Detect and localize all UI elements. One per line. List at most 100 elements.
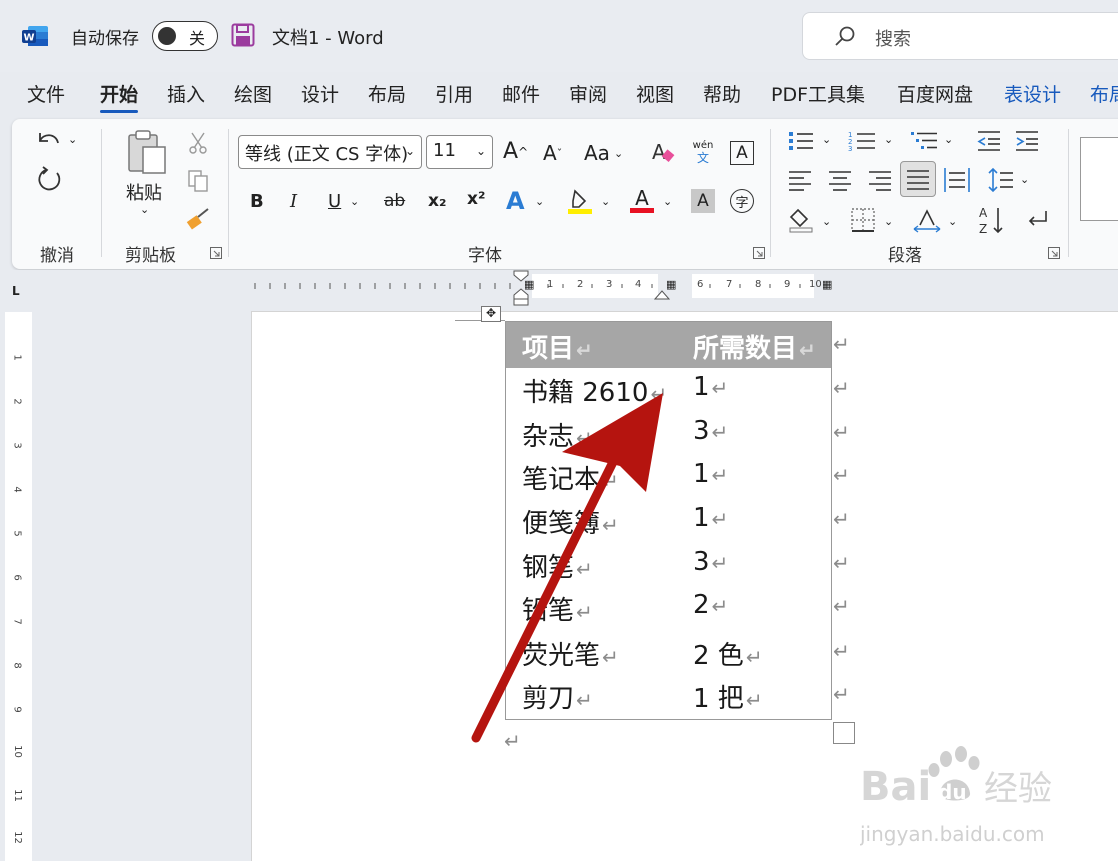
tab-design[interactable]: 设计 xyxy=(301,80,339,107)
redo-icon[interactable] xyxy=(34,165,64,195)
clear-formatting-icon[interactable]: A xyxy=(650,139,676,165)
table-cell[interactable]: 2 色 ↵ xyxy=(693,635,763,672)
table-resize-handle[interactable] xyxy=(833,722,855,744)
tab-draw[interactable]: 绘图 xyxy=(234,80,272,107)
decrease-indent-icon[interactable] xyxy=(976,129,1002,153)
styles-gallery[interactable] xyxy=(1080,137,1118,221)
table-cell[interactable]: 钢笔 ↵ xyxy=(522,547,593,584)
chinese-layout-icon[interactable] xyxy=(912,207,942,233)
copy-icon[interactable] xyxy=(186,169,210,193)
underline-button[interactable]: U xyxy=(328,191,341,212)
table-cell[interactable]: 2 ↵ xyxy=(693,590,728,620)
table-cell[interactable]: 书籍 2610 ↵ xyxy=(522,372,667,409)
strikethrough-button[interactable]: ab xyxy=(384,191,405,211)
align-right-icon[interactable] xyxy=(868,169,892,191)
undo-icon[interactable] xyxy=(34,127,64,155)
tab-view[interactable]: 视图 xyxy=(636,80,674,107)
enclose-char-button[interactable]: 字 xyxy=(730,189,754,213)
tab-layout[interactable]: 布局 xyxy=(368,80,406,107)
table-cell[interactable]: 荧光笔 ↵ xyxy=(522,635,619,672)
subscript-button[interactable]: x₂ xyxy=(428,191,446,211)
vertical-ruler[interactable]: 1 2 3 4 5 6 7 8 9 10 11 12 xyxy=(5,312,32,861)
underline-dropdown-icon[interactable]: ⌄ xyxy=(350,195,359,208)
table-cell[interactable]: 剪刀 ↵ xyxy=(522,678,593,715)
autosave-toggle[interactable]: 关 xyxy=(152,21,218,51)
numbering-dropdown-icon[interactable]: ⌄ xyxy=(884,133,893,146)
tab-file[interactable]: 文件 xyxy=(27,80,65,107)
shading-dropdown-icon[interactable]: ⌄ xyxy=(822,215,831,228)
table-column-marker-icon[interactable]: ▦ xyxy=(666,278,676,291)
table-cell[interactable]: 杂志 ↵ xyxy=(522,416,593,453)
italic-button[interactable]: I xyxy=(290,191,297,212)
table-cell[interactable]: 3 ↵ xyxy=(693,547,728,577)
bold-button[interactable]: B xyxy=(250,191,264,212)
table-cell[interactable]: 便笺簿 ↵ xyxy=(522,503,619,540)
superscript-button[interactable]: x² xyxy=(467,189,485,209)
text-effects-button[interactable]: A xyxy=(506,187,525,215)
justify-button[interactable] xyxy=(900,161,936,197)
text-effects-dropdown-icon[interactable]: ⌄ xyxy=(535,195,544,208)
align-left-icon[interactable] xyxy=(788,169,812,191)
table-column-marker-icon[interactable]: ▦ xyxy=(524,278,534,291)
borders-dropdown-icon[interactable]: ⌄ xyxy=(884,215,893,228)
table-header-cell[interactable]: 所需数目 ↵ xyxy=(693,328,816,365)
chinese-layout-dropdown-icon[interactable]: ⌄ xyxy=(948,215,957,228)
font-color-dropdown-icon[interactable]: ⌄ xyxy=(663,195,672,208)
char-border-button[interactable]: A xyxy=(730,141,754,165)
tab-insert[interactable]: 插入 xyxy=(167,80,205,107)
paste-dropdown-icon[interactable]: ⌄ xyxy=(140,203,149,216)
table-cell[interactable]: 笔记本 ↵ xyxy=(522,459,619,496)
increase-indent-icon[interactable] xyxy=(1014,129,1040,153)
bullets-icon[interactable] xyxy=(788,129,814,153)
highlight-icon[interactable] xyxy=(567,187,593,215)
tab-table-layout[interactable]: 布局 xyxy=(1090,80,1118,107)
line-spacing-icon[interactable] xyxy=(988,167,1014,193)
clipboard-launcher-icon[interactable] xyxy=(210,247,222,259)
change-case-button[interactable]: Aa ⌄ xyxy=(584,141,623,165)
table-cell[interactable]: 1 把 ↵ xyxy=(693,678,763,715)
distributed-icon[interactable] xyxy=(944,167,970,193)
multilevel-list-icon[interactable] xyxy=(910,129,938,153)
horizontal-ruler[interactable]: L 1 2 3 4 6 7 8 9 10 ▦ ▦ ▦ xyxy=(0,270,1118,308)
char-shading-button[interactable]: A xyxy=(691,189,715,213)
tab-selector-icon[interactable]: L xyxy=(12,284,20,298)
search-box[interactable]: 搜索 xyxy=(802,12,1118,60)
font-launcher-icon[interactable] xyxy=(753,247,765,259)
table-cell[interactable]: 1 ↵ xyxy=(693,372,728,402)
tab-pdf-tools[interactable]: PDF工具集 xyxy=(771,80,865,107)
table-cell[interactable]: 3 ↵ xyxy=(693,416,728,446)
paste-button[interactable]: 粘贴 xyxy=(126,179,162,205)
tab-home[interactable]: 开始 xyxy=(100,80,139,113)
tab-baidu-netdisk[interactable]: 百度网盘 xyxy=(897,80,973,107)
tab-table-design[interactable]: 表设计 xyxy=(1004,80,1061,107)
align-center-icon[interactable] xyxy=(828,169,852,191)
numbering-icon[interactable]: 123 xyxy=(848,129,876,153)
phonetic-guide-button[interactable]: wén 文 xyxy=(688,137,718,167)
bullets-dropdown-icon[interactable]: ⌄ xyxy=(822,133,831,146)
borders-icon[interactable] xyxy=(850,207,876,233)
table-cell[interactable]: 1 ↵ xyxy=(693,459,728,489)
save-icon[interactable] xyxy=(231,23,255,47)
paste-icon[interactable] xyxy=(125,129,169,177)
highlight-dropdown-icon[interactable]: ⌄ xyxy=(601,195,610,208)
grow-font-icon[interactable]: A ^ xyxy=(503,139,528,164)
paragraph-launcher-icon[interactable] xyxy=(1048,247,1060,259)
font-name-select[interactable]: 等线 (正文 CS 字体) ⌄ xyxy=(238,135,422,169)
table-column-marker-icon[interactable]: ▦ xyxy=(822,278,832,291)
tab-review[interactable]: 审阅 xyxy=(569,80,607,107)
line-spacing-dropdown-icon[interactable]: ⌄ xyxy=(1020,173,1029,186)
undo-dropdown-icon[interactable]: ⌄ xyxy=(68,133,77,146)
format-painter-icon[interactable] xyxy=(186,207,212,231)
tab-help[interactable]: 帮助 xyxy=(703,80,741,107)
cut-icon[interactable] xyxy=(187,131,209,155)
multilevel-dropdown-icon[interactable]: ⌄ xyxy=(944,133,953,146)
show-formatting-marks-icon[interactable] xyxy=(1024,207,1050,233)
tab-mailings[interactable]: 邮件 xyxy=(502,80,540,107)
table-header-cell[interactable]: 项目 ↵ xyxy=(522,328,593,365)
tab-references[interactable]: 引用 xyxy=(435,80,473,107)
table-move-handle-icon[interactable]: ✥ xyxy=(481,306,501,322)
font-color-button[interactable]: A xyxy=(629,185,655,215)
shrink-font-icon[interactable]: Aˇ xyxy=(543,141,562,165)
sort-icon[interactable]: A Z xyxy=(978,205,1006,235)
shading-icon[interactable] xyxy=(788,207,814,233)
